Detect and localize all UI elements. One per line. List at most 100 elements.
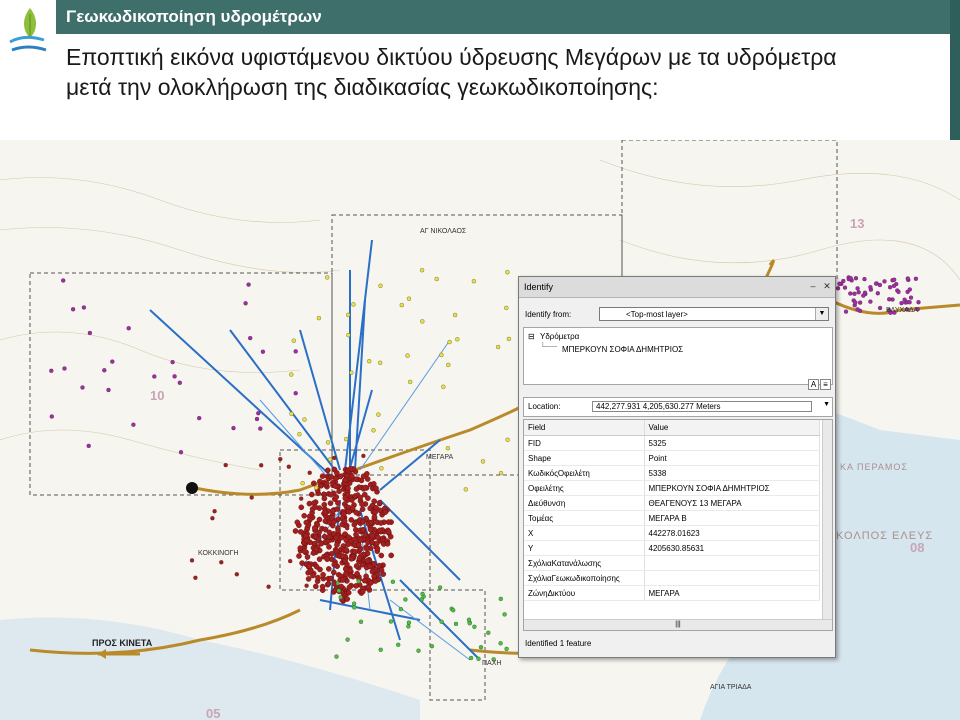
tree-connector: └── — [540, 342, 558, 351]
meter-point — [907, 300, 912, 305]
tool-icon-b[interactable]: ≡ — [820, 379, 831, 390]
location-value[interactable]: 442,277.931 4,205,630.277 Meters — [592, 401, 812, 412]
close-icon[interactable]: ✕ — [821, 280, 833, 292]
meter-point — [326, 544, 332, 550]
meter-point — [172, 374, 177, 379]
grid-number-4: 05 — [206, 706, 221, 720]
identify-from-row: Identify from: <Top-most layer> ▼ — [525, 307, 829, 323]
meter-point — [353, 583, 359, 589]
column-header-field[interactable]: Field — [524, 420, 645, 436]
table-row[interactable]: Τομέας ΜΕΓΑΡΑ Β — [524, 510, 820, 526]
chevron-down-icon[interactable]: ▼ — [823, 401, 830, 408]
meter-point — [294, 519, 301, 526]
meter-point — [328, 473, 335, 480]
meter-point — [317, 482, 324, 489]
meter-point — [344, 596, 351, 602]
place-label-megara: ΜΕΓΑΡΑ — [426, 454, 454, 461]
table-row[interactable]: X 442278.01623 — [524, 525, 820, 541]
meter-point — [447, 339, 452, 345]
table-row[interactable]: ΚωδικόςΟφειλέτη 5338 — [524, 465, 820, 481]
meter-point — [289, 411, 294, 416]
identify-titlebar[interactable]: Identify ‒ ✕ — [519, 277, 835, 298]
meter-point — [353, 509, 360, 516]
meter-point — [345, 637, 350, 642]
identify-window[interactable]: Identify ‒ ✕ Identify from: <Top-most la… — [518, 276, 836, 658]
table-row[interactable]: ΣχόλιαΓεωκωδικοποίησης — [524, 570, 820, 586]
pane-splitter[interactable]: A ≡ — [523, 379, 831, 391]
subtitle-line-1: Εποπτική εικόνα υφιστάμενου δικτύου ύδρε… — [66, 44, 837, 70]
meter-point — [347, 466, 354, 472]
table-row[interactable]: Οφειλέτης ΜΠΕΡΚΟΥΝ ΣΟΦΙΑ ΔΗΜΗΤΡΙΟΣ — [524, 480, 820, 496]
meter-point — [349, 505, 356, 511]
meter-point — [346, 584, 353, 591]
meter-point — [102, 368, 107, 373]
meter-point — [375, 534, 381, 541]
meter-point — [380, 571, 387, 577]
meter-point — [406, 296, 412, 301]
table-row[interactable]: ΖώνηΔικτύου ΜΕΓΑΡΑ — [524, 585, 820, 601]
chevron-down-icon[interactable]: ▼ — [815, 308, 828, 320]
meter-point — [304, 583, 309, 588]
results-tree[interactable]: ⊟ Υδρόμετρα └── ΜΠΕΡΚΟΥΝ ΣΟΦΙΑ ΔΗΜΗΤΡΙΟΣ — [523, 327, 833, 385]
meter-point — [451, 608, 456, 613]
meter-point — [868, 299, 873, 304]
meter-point — [905, 276, 910, 281]
meter-point — [193, 575, 198, 580]
identify-from-select[interactable]: <Top-most layer> ▼ — [599, 307, 829, 321]
meter-point — [468, 655, 474, 661]
meter-point — [319, 583, 326, 590]
place-label-pros-kineta: ΠΡΟΣ ΚΙΝΕΤΑ — [92, 638, 153, 648]
tree-collapse-icon[interactable]: ⊟ — [528, 332, 535, 341]
meter-point — [367, 526, 374, 533]
meter-point — [357, 537, 364, 543]
meter-point — [327, 500, 334, 507]
table-row[interactable]: Y 4205630.85631 — [524, 540, 820, 556]
table-row[interactable]: Shape Point — [524, 450, 820, 466]
meter-point — [212, 509, 217, 514]
place-label-ag-nikolaos: ΑΓ ΝΙΚΟΛΑΟΣ — [420, 228, 467, 235]
table-row[interactable]: ΣχόλιαΚατανάλωσης — [524, 555, 820, 571]
meter-point — [331, 561, 338, 568]
meter-point — [899, 300, 904, 306]
meter-point — [336, 588, 341, 593]
meter-point — [416, 648, 421, 653]
meter-point — [305, 576, 312, 582]
meter-point — [504, 646, 509, 652]
meter-point — [334, 654, 339, 659]
horizontal-scrollbar[interactable]: ||| — [524, 619, 832, 630]
attributes-table[interactable]: Field Value FID 5325 Shape Point ΚωδικόςΟφ… — [523, 419, 833, 631]
table-row[interactable]: FID 5325 — [524, 435, 820, 451]
meter-point — [359, 588, 366, 595]
meter-point — [379, 466, 384, 471]
place-label-kokkinogi: ΚΟΚΚΙΝΟΓΗ — [198, 550, 239, 557]
meter-point — [361, 577, 368, 584]
tree-layer-node[interactable]: Υδρόμετρα — [540, 332, 579, 341]
meter-point — [376, 412, 381, 417]
meter-point — [177, 380, 182, 385]
meter-point — [848, 291, 853, 296]
meter-point — [855, 307, 860, 312]
meter-point — [853, 276, 859, 281]
meter-point — [246, 282, 251, 287]
tree-feature-node[interactable]: ΜΠΕΡΚΟΥΝ ΣΟΦΙΑ ΔΗΜΗΤΡΙΟΣ — [562, 345, 683, 354]
meter-point — [429, 644, 435, 649]
meter-point — [302, 417, 307, 422]
meter-point — [313, 563, 320, 570]
meter-point — [345, 541, 351, 548]
meter-point — [371, 561, 377, 567]
meter-point — [848, 276, 853, 281]
meter-point — [388, 552, 395, 559]
table-row[interactable]: Διεύθυνση ΘΕΑΓΕΝΟΥΣ 13 ΜΕΓΑΡΑ — [524, 495, 820, 511]
column-header-value[interactable]: Value — [644, 420, 820, 436]
minimize-icon[interactable]: ‒ — [807, 280, 819, 292]
meter-point — [841, 278, 846, 284]
meter-point — [855, 286, 860, 291]
meter-point — [310, 572, 316, 579]
meter-point — [306, 563, 313, 569]
meter-point — [325, 566, 332, 572]
vertical-scrollbar[interactable] — [822, 420, 832, 620]
meter-point — [348, 517, 355, 523]
tool-icon-a[interactable]: A — [808, 379, 819, 390]
meter-point — [882, 279, 887, 284]
value-cell — [644, 570, 820, 586]
